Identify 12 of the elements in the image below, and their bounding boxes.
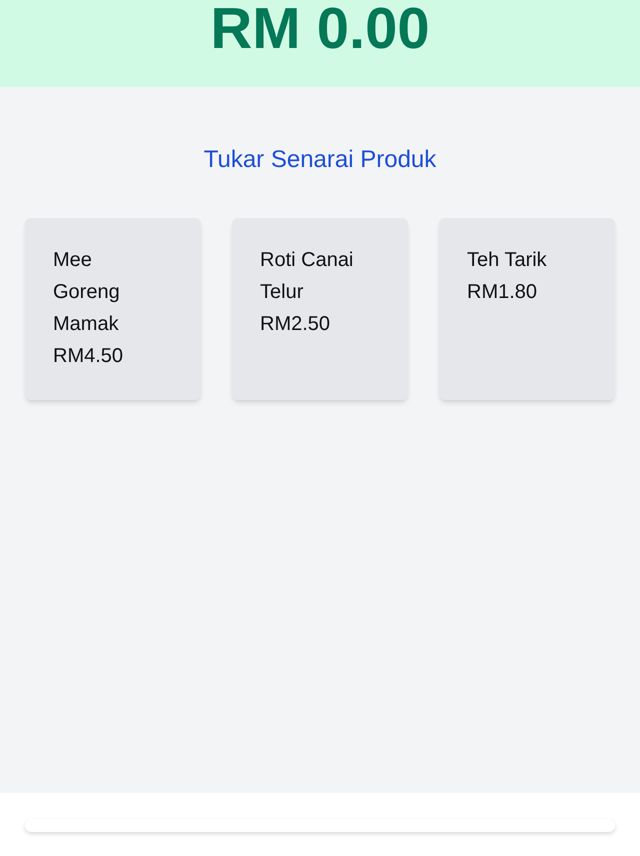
product-name: Mee Goreng Mamak — [53, 248, 121, 337]
product-name: Teh Tarik — [467, 248, 547, 273]
switch-product-list-link[interactable]: Tukar Senarai Produk — [204, 144, 436, 176]
product-name: Roti Canai Telur — [260, 248, 354, 305]
product-card[interactable]: Mee Goreng Mamak RM4.50 — [25, 218, 201, 400]
product-price: RM1.80 — [467, 280, 538, 305]
total-amount: RM 0.00 — [210, 0, 430, 63]
product-card[interactable]: Roti Canai Telur RM2.50 — [232, 218, 408, 400]
product-price: RM4.50 — [53, 344, 124, 369]
product-price: RM2.50 — [260, 312, 330, 337]
product-card[interactable]: Teh Tarik RM1.80 — [439, 218, 615, 400]
bottom-button[interactable] — [25, 819, 615, 832]
